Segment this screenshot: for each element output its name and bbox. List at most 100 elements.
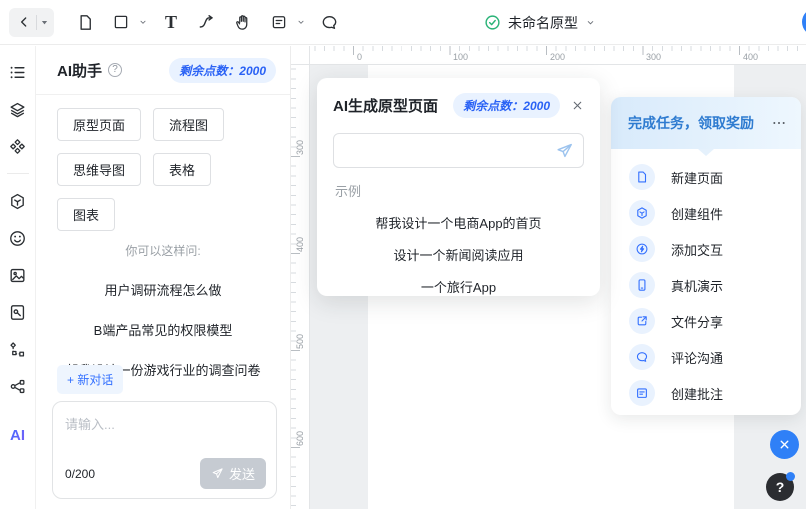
task-item-new-page[interactable]: 新建页面	[611, 159, 801, 195]
image-icon	[8, 266, 27, 285]
hand-icon	[234, 13, 253, 32]
sidebar-item-images[interactable]	[6, 263, 30, 287]
component-icon	[629, 200, 655, 226]
shape-tool-button[interactable]	[106, 7, 136, 37]
ai-panel-title: AI助手	[57, 60, 102, 81]
ruler-label: 500	[295, 334, 305, 349]
page-icon	[76, 13, 95, 32]
paper-plane-icon	[555, 141, 574, 160]
task-list: 新建页面 创建组件 添加交互 真机演示	[611, 149, 801, 411]
ruler-label: 200	[550, 52, 565, 62]
sidebar-item-components[interactable]	[6, 134, 30, 158]
tool-buttons: T	[70, 7, 344, 37]
suggestion-item[interactable]: 用户调研流程怎么做	[36, 280, 290, 299]
sidebar-divider	[7, 173, 29, 174]
task-item-add-interaction[interactable]: 添加交互	[611, 231, 801, 267]
task-label: 新建页面	[671, 168, 723, 187]
text-tool-button[interactable]: T	[156, 7, 186, 37]
credits-badge: 剩余点数：2000	[453, 93, 560, 118]
credits-badge: 剩余点数：2000	[169, 58, 276, 83]
modal-close-button[interactable]	[571, 99, 584, 112]
dismiss-tasks-button[interactable]	[770, 430, 799, 459]
generate-send-button[interactable]	[555, 141, 574, 160]
task-item-comment[interactable]: 评论沟通	[611, 339, 801, 375]
task-item-annotation[interactable]: 创建批注	[611, 375, 801, 411]
task-item-create-component[interactable]: 创建组件	[611, 195, 801, 231]
ruler-corner	[291, 46, 310, 65]
ask-hint-label: 你可以这样问:	[36, 242, 290, 259]
ai-generate-input[interactable]	[343, 134, 555, 167]
ruler-label: 100	[453, 52, 468, 62]
list-icon	[8, 63, 27, 82]
panel-tool-button[interactable]	[264, 7, 294, 37]
layers-icon	[8, 100, 27, 119]
ai-panel-header: AI助手 ? 剩余点数：2000	[36, 46, 290, 95]
back-menu-caret[interactable]	[37, 7, 51, 37]
sidebar-item-emoji[interactable]	[6, 226, 30, 250]
help-icon[interactable]: ?	[108, 63, 122, 77]
document-title-menu[interactable]: 未命名原型	[484, 0, 596, 45]
vertical-ruler: 200 300 400 500 600	[291, 65, 310, 509]
task-rewards-panel: 完成任务，领取奖励 新建页面 创建组件	[611, 97, 801, 415]
back-button[interactable]	[12, 7, 36, 37]
category-table-button[interactable]: 表格	[153, 153, 211, 186]
comment-icon	[629, 344, 655, 370]
sidebar-item-resources[interactable]	[6, 189, 30, 213]
send-button[interactable]: 发送	[200, 458, 266, 489]
category-chart-button[interactable]: 图表	[57, 198, 115, 231]
sidebar-item-ai[interactable]: AI	[6, 423, 30, 447]
category-prototype-button[interactable]: 原型页面	[57, 108, 141, 141]
task-item-file-share[interactable]: 文件分享	[611, 303, 801, 339]
panel-tool-caret[interactable]	[294, 7, 308, 37]
examples-label: 示例	[335, 181, 582, 200]
category-flowchart-button[interactable]: 流程图	[153, 108, 224, 141]
category-mindmap-button[interactable]: 思维导图	[57, 153, 141, 186]
page-icon	[629, 164, 655, 190]
more-options-button[interactable]	[771, 115, 787, 131]
app-root: T	[0, 0, 806, 509]
back-button-group	[9, 8, 54, 37]
ruler-label: 400	[743, 52, 758, 62]
new-chat-button[interactable]: + 新对话	[57, 365, 123, 394]
ruler-label: 400	[295, 237, 305, 252]
rectangle-icon	[112, 13, 130, 31]
task-item-device-preview[interactable]: 真机演示	[611, 267, 801, 303]
saved-check-icon	[484, 14, 501, 31]
user-avatar[interactable]	[802, 8, 806, 36]
sidebar-item-vector[interactable]	[6, 337, 30, 361]
ai-assistant-panel: AI助手 ? 剩余点数：2000 原型页面 流程图 思维导图 表格 图表 你可以…	[36, 46, 291, 509]
ruler-label: 300	[295, 140, 305, 155]
new-page-tool-button[interactable]	[70, 7, 100, 37]
task-panel-title: 完成任务，领取奖励	[628, 113, 754, 133]
ai-category-buttons: 原型页面 流程图 思维导图 表格 图表	[36, 95, 290, 233]
question-mark-icon: ?	[776, 479, 785, 495]
connector-tool-button[interactable]	[192, 7, 222, 37]
chat-input[interactable]	[65, 414, 264, 456]
example-item[interactable]: 帮我设计一个电商App的首页	[317, 213, 600, 232]
connector-icon	[197, 12, 217, 32]
sidebar-item-pages[interactable]	[6, 60, 30, 84]
sidebar-item-prototype-file[interactable]	[6, 300, 30, 324]
send-button-label: 发送	[229, 464, 255, 483]
caret-down-icon	[138, 17, 148, 27]
note-panel-icon	[270, 13, 288, 31]
chat-input-card: 0/200 发送	[52, 401, 277, 499]
help-fab-button[interactable]: ?	[766, 473, 794, 501]
comment-tool-button[interactable]	[314, 7, 344, 37]
shape-tool-caret[interactable]	[136, 7, 150, 37]
example-item[interactable]: 设计一个新闻阅读应用	[317, 245, 600, 264]
hand-tool-button[interactable]	[228, 7, 258, 37]
task-panel-header: 完成任务，领取奖励	[611, 97, 801, 149]
speech-bubble-icon	[320, 13, 339, 32]
ruler-label: 600	[295, 431, 305, 446]
example-item[interactable]: 一个旅行App	[317, 277, 600, 296]
device-icon	[629, 272, 655, 298]
modal-title: AI生成原型页面	[333, 95, 438, 116]
sidebar-item-share[interactable]	[6, 374, 30, 398]
close-icon	[778, 438, 791, 451]
sidebar-item-layers[interactable]	[6, 97, 30, 121]
interaction-icon	[629, 236, 655, 262]
document-title: 未命名原型	[508, 13, 578, 33]
caret-down-icon	[296, 17, 306, 27]
suggestion-item[interactable]: B端产品常见的权限模型	[36, 320, 290, 339]
